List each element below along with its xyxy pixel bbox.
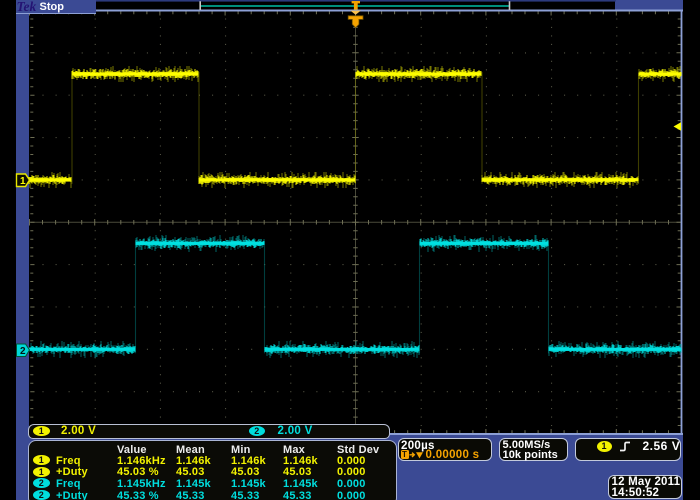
svg-text:1: 1 <box>20 176 26 187</box>
svg-text:2: 2 <box>20 346 26 357</box>
